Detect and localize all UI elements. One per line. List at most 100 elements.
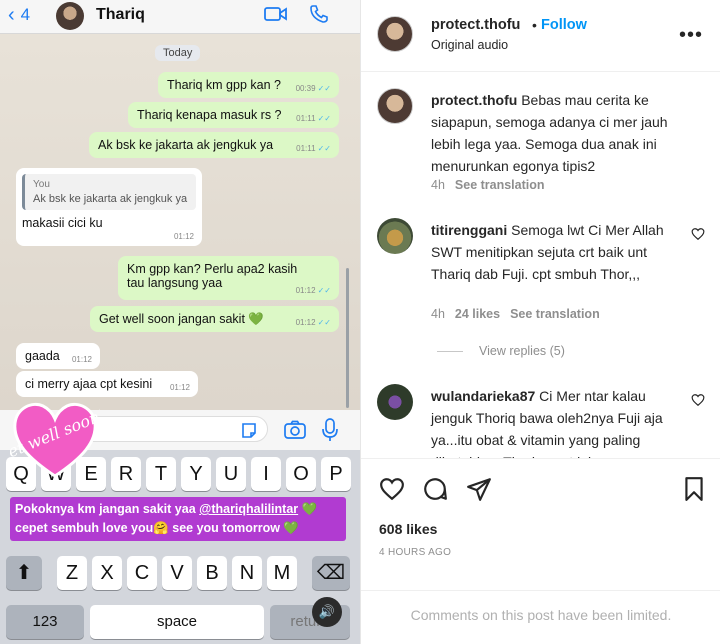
- view-replies-button[interactable]: View replies (5): [437, 344, 565, 358]
- message-time: 00:39: [295, 84, 316, 93]
- key-t[interactable]: T: [146, 457, 176, 491]
- message-bubble[interactable]: ci merry ajaa cpt kesini 01:12: [16, 371, 198, 397]
- message-bubble[interactable]: Thariq kenapa masuk rs ? 01:11 ✓✓: [128, 102, 339, 128]
- key-r[interactable]: R: [111, 457, 141, 491]
- chat-thread: Today Thariq km gpp kan ? 00:39 ✓✓ Thariq…: [0, 34, 360, 410]
- message-time: 01:11: [296, 114, 316, 123]
- contact-name[interactable]: Thariq: [96, 6, 145, 24]
- comment-username[interactable]: protect.thofu: [431, 92, 517, 108]
- key-n[interactable]: N: [232, 556, 262, 590]
- back-count: 4: [20, 5, 31, 24]
- commenter-avatar[interactable]: [377, 218, 413, 254]
- comment-time: 4h: [431, 178, 445, 192]
- divider: [437, 351, 463, 353]
- post-timestamp: 4 HOURS AGO: [379, 547, 452, 558]
- like-count[interactable]: 608 likes: [379, 521, 437, 537]
- comment-time: 4h: [431, 307, 445, 321]
- author-username[interactable]: protect.thofu: [431, 17, 520, 33]
- author-avatar[interactable]: [377, 88, 413, 124]
- message-text: Thariq kenapa masuk rs ?: [137, 108, 282, 122]
- comment-username[interactable]: titirenggani: [431, 222, 507, 238]
- message-time: 01:12: [295, 318, 316, 327]
- key-x[interactable]: X: [92, 556, 122, 590]
- backspace-key[interactable]: ⌫: [312, 556, 350, 590]
- key-i[interactable]: I: [251, 457, 281, 491]
- message-time: 01:11: [296, 144, 316, 153]
- scrollbar[interactable]: [346, 268, 349, 408]
- comment-username[interactable]: wulandarieka87: [431, 388, 535, 404]
- more-options-icon[interactable]: •••: [679, 24, 703, 47]
- space-key[interactable]: space: [90, 605, 264, 639]
- save-bookmark-icon[interactable]: [681, 476, 707, 502]
- story-caption: Pokoknya km jangan sakit yaa @thariqhali…: [10, 497, 346, 541]
- speaker-icon: 🔊: [318, 604, 336, 619]
- comment-text: wulandarieka87 Ci Mer ntar kalau jenguk …: [431, 388, 663, 458]
- message-text: Get well soon jangan sakit 💚: [99, 312, 264, 326]
- key-b[interactable]: B: [197, 556, 227, 590]
- quote-text: Ak bsk ke jakarta ak jengkuk ya: [33, 193, 188, 205]
- key-c[interactable]: C: [127, 556, 157, 590]
- message-bubble[interactable]: Ak bsk ke jakarta ak jengkuk ya 01:11 ✓✓: [89, 132, 339, 158]
- key-p[interactable]: P: [321, 457, 351, 491]
- chevron-left-icon: ‹: [8, 4, 15, 26]
- read-ticks-icon: ✓✓: [317, 144, 331, 153]
- message-bubble[interactable]: Km gpp kan? Perlu apa2 kasih tau langsun…: [118, 256, 339, 300]
- message-bubble[interactable]: Thariq km gpp kan ? 00:39 ✓✓: [158, 72, 339, 98]
- mention-link[interactable]: @thariqhalilintar: [199, 502, 298, 516]
- post-actions: 608 likes 4 HOURS AGO: [361, 458, 720, 598]
- key-o[interactable]: O: [286, 457, 316, 491]
- backspace-icon: ⌫: [316, 562, 346, 584]
- message-bubble[interactable]: gaada 01:12: [16, 343, 100, 369]
- comment-meta: 4h 24 likes See translation: [431, 307, 610, 321]
- key-y[interactable]: Y: [181, 457, 211, 491]
- read-ticks-icon: ✓✓: [317, 114, 331, 123]
- comment-likes[interactable]: 24 likes: [455, 307, 500, 321]
- comments-list: protect.thofu Bebas mau cerita ke siapap…: [361, 72, 720, 458]
- phone-call-icon[interactable]: [309, 4, 329, 24]
- read-ticks-icon: ✓✓: [317, 286, 331, 295]
- like-comment-heart-icon[interactable]: [691, 227, 705, 241]
- get-well-soon-sticker: get well soon!: [10, 402, 100, 478]
- message-text: Km gpp kan? Perlu apa2 kasih tau langsun…: [127, 262, 298, 290]
- message-text: Ak bsk ke jakarta ak jengkuk ya: [98, 138, 274, 152]
- commenter-avatar[interactable]: [377, 384, 413, 420]
- comment-icon[interactable]: [422, 476, 448, 502]
- comment-meta: 4h See translation: [431, 178, 555, 192]
- comment-text: titirenggani Semoga lwt Ci Mer Allah SWT…: [431, 222, 664, 282]
- key-u[interactable]: U: [216, 457, 246, 491]
- comments-limited-notice: Comments on this post have been limited.: [361, 590, 720, 644]
- key-m[interactable]: M: [267, 556, 297, 590]
- see-translation-link[interactable]: See translation: [455, 178, 545, 192]
- key-z[interactable]: Z: [57, 556, 87, 590]
- quoted-message[interactable]: You Ak bsk ke jakarta ak jengkuk ya: [22, 174, 196, 210]
- quote-author: You: [33, 179, 50, 190]
- numbers-key[interactable]: 123: [6, 605, 84, 639]
- message-text: makasii cici ku: [22, 216, 103, 230]
- author-avatar[interactable]: [377, 16, 413, 52]
- sound-toggle-button[interactable]: 🔊: [312, 597, 342, 627]
- message-text: ci merry ajaa cpt kesini: [25, 377, 153, 391]
- separator-dot: •: [532, 17, 537, 33]
- microphone-icon[interactable]: [322, 418, 338, 442]
- sticker-icon[interactable]: [240, 422, 258, 440]
- contact-avatar[interactable]: [56, 2, 84, 30]
- day-separator: Today: [155, 45, 201, 61]
- key-v[interactable]: V: [162, 556, 192, 590]
- message-text: Thariq km gpp kan ?: [167, 78, 281, 92]
- reel-video[interactable]: ‹ 4 Thariq Today Thariq km gpp kan ? 00:3…: [0, 0, 360, 644]
- caption-text: protect.thofu Bebas mau cerita ke siapap…: [431, 92, 668, 174]
- message-time: 01:12: [295, 286, 316, 295]
- message-bubble[interactable]: Get well soon jangan sakit 💚 01:12 ✓✓: [90, 306, 339, 332]
- like-comment-heart-icon[interactable]: [691, 393, 705, 407]
- see-translation-link[interactable]: See translation: [510, 307, 600, 321]
- message-time: 01:12: [71, 355, 92, 364]
- camera-icon[interactable]: [284, 420, 306, 440]
- video-call-icon[interactable]: [264, 5, 288, 23]
- audio-link[interactable]: Original audio: [431, 38, 508, 52]
- back-button[interactable]: ‹ 4: [8, 4, 30, 27]
- shift-key[interactable]: ⬆: [6, 556, 42, 590]
- share-icon[interactable]: [466, 476, 492, 502]
- like-heart-icon[interactable]: [379, 476, 405, 502]
- follow-button[interactable]: Follow: [541, 17, 587, 33]
- reply-message-bubble[interactable]: You Ak bsk ke jakarta ak jengkuk ya maka…: [16, 168, 202, 246]
